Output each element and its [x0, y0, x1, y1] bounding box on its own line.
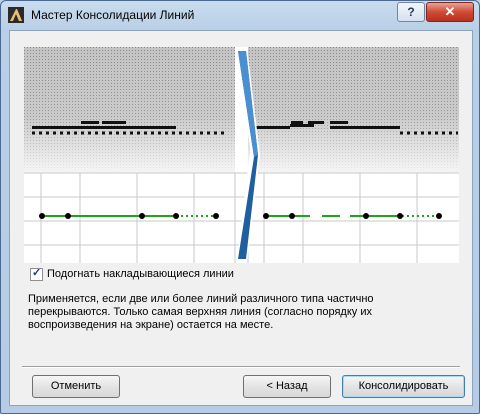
overlap-checkbox[interactable]: ✓ — [30, 267, 43, 281]
back-button[interactable]: < Назад — [243, 375, 331, 398]
option-description: Применяется, если две или более линий ра… — [28, 293, 374, 331]
close-button[interactable]: ✕ — [426, 2, 474, 22]
overlap-option-label: Подогнать накладывающиеся линии — [47, 268, 234, 280]
title-bar: Мастер Консолидации Линий ? ✕ — [1, 1, 479, 29]
dialog-body: ✓ Подогнать накладывающиеся линии Примен… — [9, 30, 473, 406]
cancel-button[interactable]: Отменить — [32, 375, 120, 398]
app-icon — [8, 7, 24, 23]
checkmark-icon: ✓ — [32, 267, 42, 279]
preview-illustration — [24, 47, 459, 263]
dialog-window: Мастер Консолидации Линий ? ✕ ✓ Подогнат… — [0, 0, 480, 414]
help-button[interactable]: ? — [397, 2, 425, 22]
separator — [22, 366, 460, 368]
consolidate-button[interactable]: Консолидировать — [342, 375, 465, 398]
window-title: Мастер Консолидации Линий — [31, 8, 195, 22]
